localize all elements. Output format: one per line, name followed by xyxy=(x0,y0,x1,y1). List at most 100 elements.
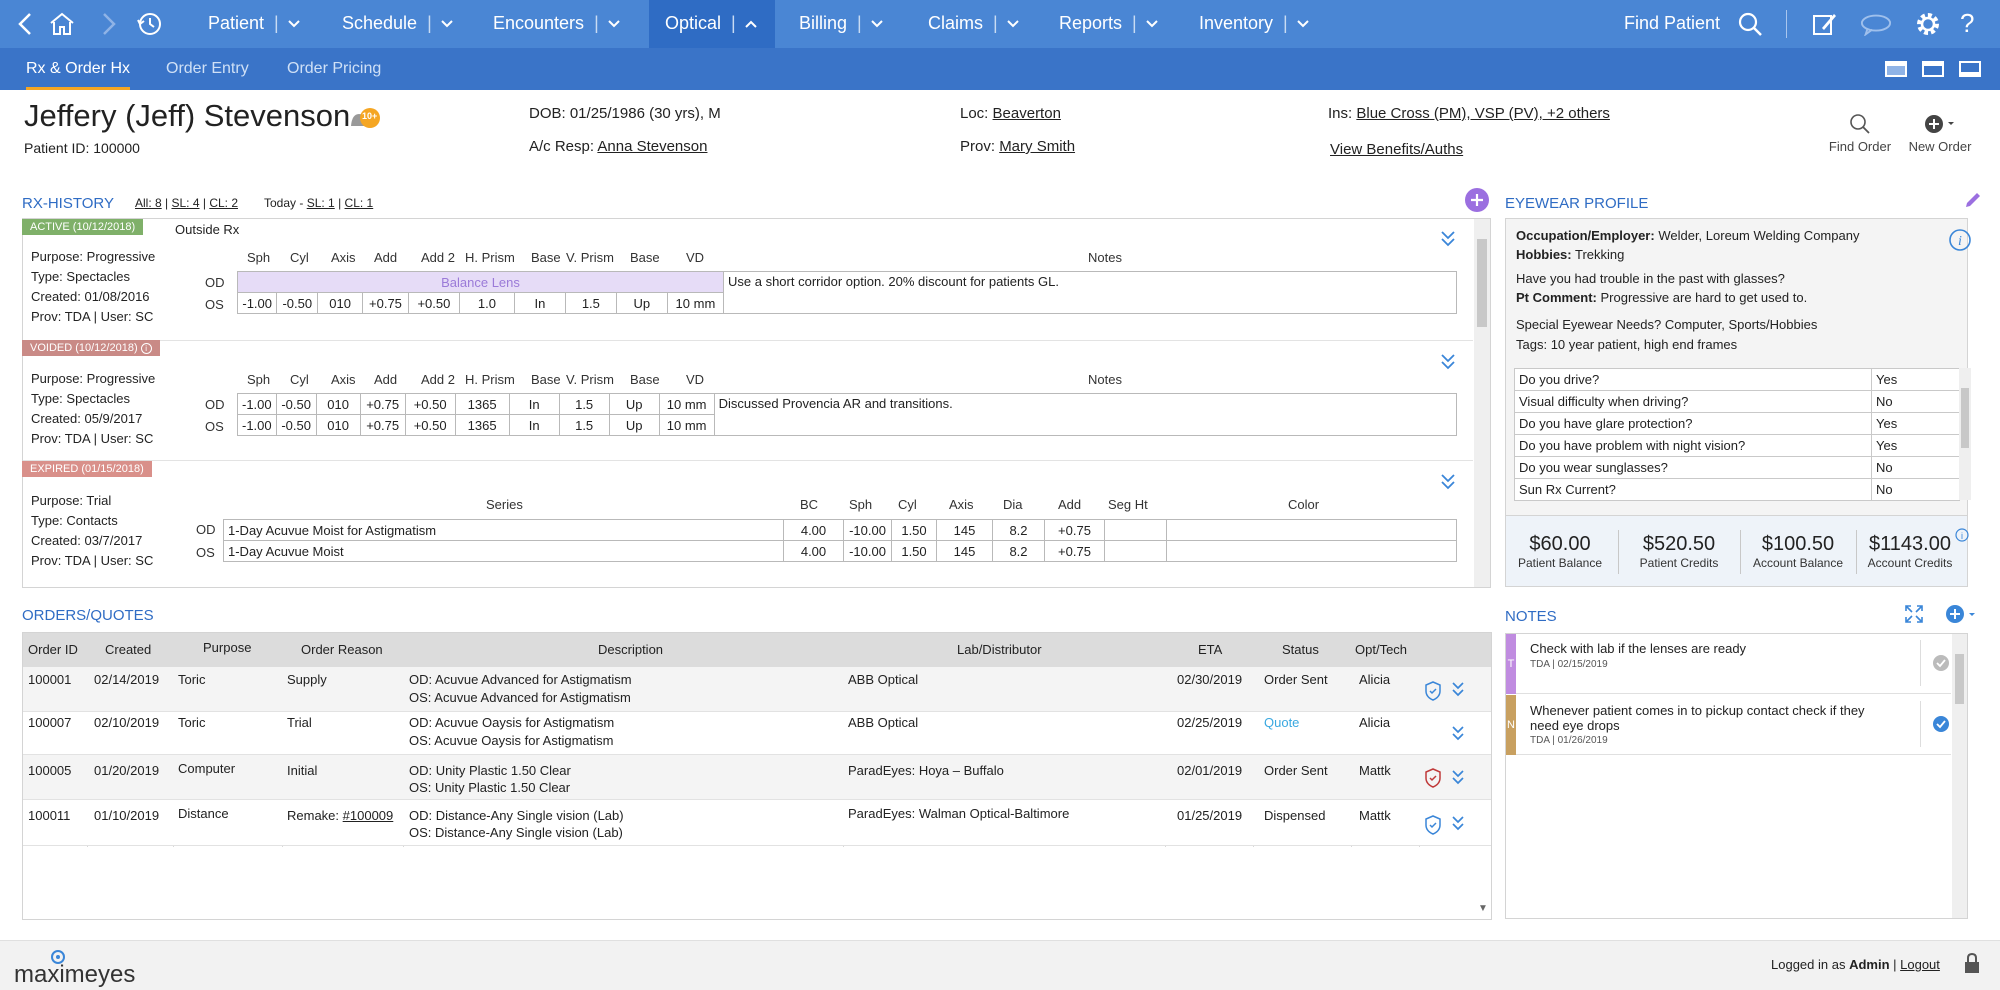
view-benefits-link[interactable]: View Benefits/Auths xyxy=(1330,141,1463,158)
info-circle-icon[interactable]: i xyxy=(1948,228,1972,255)
tab-rx-order-history[interactable]: Rx & Order Hx xyxy=(26,48,131,90)
nav-optical[interactable]: Optical | xyxy=(665,0,758,48)
search-icon[interactable] xyxy=(1734,8,1766,40)
filter-sl[interactable]: SL: 4 xyxy=(171,196,199,210)
note-item[interactable]: N Whenever patient comes in to pickup co… xyxy=(1506,695,1951,755)
order-row[interactable]: 100007 02/10/2019 Toric Trial OD: Acuvue… xyxy=(23,712,1491,755)
ins-link[interactable]: Blue Cross (PM), VSP (PV), +2 others xyxy=(1356,105,1610,122)
layout-single-icon[interactable] xyxy=(1885,61,1907,77)
expand-rx3-icon[interactable] xyxy=(1440,473,1456,494)
col-base: Base xyxy=(531,250,561,265)
nav-schedule[interactable]: Schedule | xyxy=(342,0,454,48)
balance-info-icon[interactable]: i xyxy=(1955,528,1969,545)
rx-cell xyxy=(1166,540,1457,562)
note-complete-icon[interactable] xyxy=(1932,715,1950,736)
shield-alert-icon[interactable] xyxy=(1424,768,1442,793)
answer-text[interactable]: No xyxy=(1871,456,1960,479)
order-row[interactable]: 100001 02/14/2019 Toric Supply OD: Acuvu… xyxy=(23,667,1491,712)
nav-patient[interactable]: Patient | xyxy=(208,0,301,48)
expand-order-icon[interactable] xyxy=(1451,725,1465,748)
order-eta: 02/01/2019 xyxy=(1177,763,1243,778)
tab-order-pricing[interactable]: Order Pricing xyxy=(287,48,381,90)
lock-icon[interactable] xyxy=(1963,952,1981,977)
special-needs: Special Eyewear Needs? Computer, Sports/… xyxy=(1516,317,1818,332)
logged-in-label: Logged in as xyxy=(1771,957,1846,972)
prov-link[interactable]: Mary Smith xyxy=(999,138,1075,155)
remake-order-link[interactable]: #100009 xyxy=(343,808,394,823)
layout-split-icon[interactable] xyxy=(1922,61,1944,77)
chat-icon[interactable] xyxy=(1860,8,1892,40)
note-divider xyxy=(1920,640,1921,686)
expand-rx2-icon[interactable] xyxy=(1440,353,1456,374)
add-note-button[interactable] xyxy=(1945,604,1979,627)
status-badge-voided: VOIDED (10/12/2018) i xyxy=(22,340,160,356)
answer-text[interactable]: No xyxy=(1871,478,1960,501)
filter-all[interactable]: All: 8 xyxy=(135,196,162,210)
order-row[interactable]: 100011 01/10/2019 Distance Remake: #1000… xyxy=(23,800,1491,846)
col-status: Status xyxy=(1282,642,1319,657)
questions-scrollbar[interactable] xyxy=(1959,368,1971,500)
expand-rx1-icon[interactable] xyxy=(1440,230,1456,251)
nav-billing-label: Billing xyxy=(799,13,848,33)
layout-bottom-icon[interactable] xyxy=(1959,61,1981,77)
answer-text[interactable]: Yes xyxy=(1871,434,1960,457)
settings-gear-icon[interactable] xyxy=(1912,8,1944,40)
nav-inventory[interactable]: Inventory | xyxy=(1199,0,1310,48)
rx-history-title: RX-HISTORY xyxy=(22,195,114,212)
shield-icon[interactable] xyxy=(1424,681,1442,706)
nav-claims[interactable]: Claims | xyxy=(928,0,1020,48)
find-order-button[interactable]: Find Order xyxy=(1825,112,1895,154)
col-eta: ETA xyxy=(1198,642,1223,657)
questions-scrollbar-thumb[interactable] xyxy=(1961,388,1969,448)
orders-scroll-down-icon[interactable]: ▼ xyxy=(1478,903,1488,914)
notes-scrollbar[interactable] xyxy=(1952,634,1967,918)
patient-alert-badge[interactable]: 10+ xyxy=(347,106,383,132)
eyewear-profile-title: EYEWEAR PROFILE xyxy=(1505,195,1649,212)
note-complete-icon[interactable] xyxy=(1932,654,1950,675)
history-icon[interactable] xyxy=(134,8,166,40)
col-notes: Notes xyxy=(1088,372,1122,387)
balance-label: Account Balance xyxy=(1752,556,1844,570)
expand-order-icon[interactable] xyxy=(1451,815,1465,838)
find-patient-button[interactable]: Find Patient xyxy=(1624,0,1720,48)
rx-scrollbar[interactable] xyxy=(1474,219,1490,587)
add-rx-button[interactable] xyxy=(1465,188,1489,212)
expand-order-icon[interactable] xyxy=(1451,769,1465,792)
rx-type: Type: Contacts xyxy=(31,513,118,528)
note-item[interactable]: T Check with lab if the lenses are ready… xyxy=(1506,634,1951,694)
acresp-link[interactable]: Anna Stevenson xyxy=(597,138,707,155)
edit-profile-icon[interactable] xyxy=(1964,191,1982,212)
logout-link[interactable]: Logout xyxy=(1900,957,1940,972)
order-row[interactable]: 100005 01/20/2019 Computer Initial OD: U… xyxy=(23,755,1491,800)
rx-cell: -0.50 xyxy=(276,292,319,314)
nav-billing[interactable]: Billing | xyxy=(799,0,884,48)
nav-encounters[interactable]: Encounters | xyxy=(493,0,621,48)
shield-icon[interactable] xyxy=(1424,815,1442,840)
rx3-info: Purpose: Trial Type: Contacts Created: 0… xyxy=(31,491,153,571)
order-desc-os: OS: Acuvue Oaysis for Astigmatism xyxy=(409,733,614,748)
forward-icon[interactable] xyxy=(92,8,124,40)
rx-type: Type: Spectacles xyxy=(31,391,130,406)
home-icon[interactable] xyxy=(46,8,78,40)
info-icon[interactable]: i xyxy=(140,343,152,354)
patient-id: Patient ID: 100000 xyxy=(24,140,140,156)
filter-cl[interactable]: CL: 2 xyxy=(209,196,238,210)
rx-scrollbar-thumb[interactable] xyxy=(1477,239,1487,327)
edit-note-icon[interactable] xyxy=(1808,8,1840,40)
help-icon[interactable]: ? xyxy=(1960,0,1974,48)
expand-notes-icon[interactable] xyxy=(1904,604,1924,627)
filter-today-cl[interactable]: CL: 1 xyxy=(345,196,374,210)
rx-today-filters: Today - SL: 1 | CL: 1 xyxy=(264,196,374,210)
loc-link[interactable]: Beaverton xyxy=(993,105,1061,122)
expand-order-icon[interactable] xyxy=(1451,681,1465,704)
filter-today-sl[interactable]: SL: 1 xyxy=(307,196,335,210)
answer-text[interactable]: Yes xyxy=(1871,368,1960,391)
new-order-button[interactable]: New Order xyxy=(1904,112,1976,154)
back-icon[interactable] xyxy=(10,8,42,40)
notes-scrollbar-thumb[interactable] xyxy=(1955,654,1964,704)
answer-text[interactable]: Yes xyxy=(1871,412,1960,435)
nav-reports[interactable]: Reports | xyxy=(1059,0,1159,48)
tab-order-entry[interactable]: Order Entry xyxy=(166,48,249,90)
answer-text[interactable]: No xyxy=(1871,390,1960,413)
col-vprism: V. Prism xyxy=(566,250,614,265)
